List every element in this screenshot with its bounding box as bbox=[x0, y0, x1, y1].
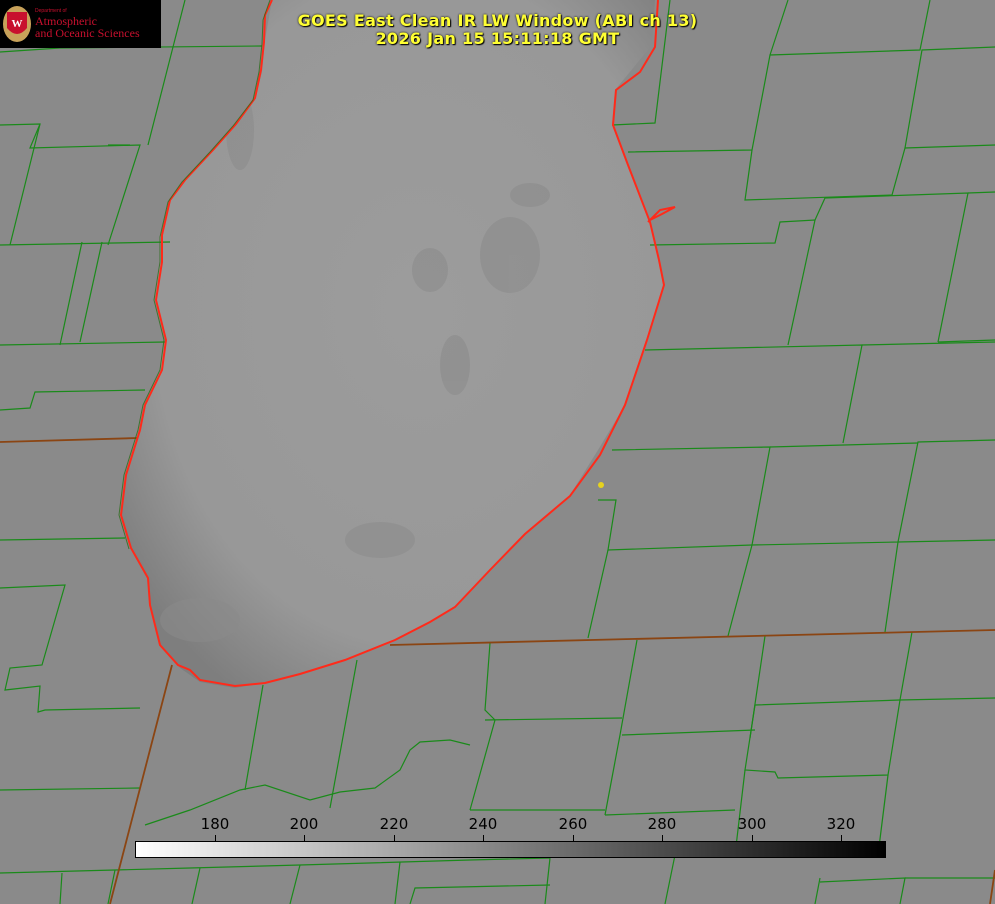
svg-text:W: W bbox=[12, 18, 23, 30]
colorbar-tick-label: 240 bbox=[468, 815, 498, 833]
colorbar-tick-label: 260 bbox=[558, 815, 588, 833]
aos-logo[interactable]: W Department of Atmospheric and Oceanic … bbox=[0, 0, 161, 48]
image-timestamp: 2026 Jan 15 15:11:18 GMT bbox=[375, 29, 620, 48]
colorbar-tick-label: 320 bbox=[826, 815, 856, 833]
station-marker bbox=[598, 482, 604, 488]
colorbar-tick-label: 200 bbox=[289, 815, 319, 833]
colorbar-tick bbox=[394, 835, 395, 841]
colorbar-tick bbox=[662, 835, 663, 841]
uw-crest-icon: W bbox=[3, 6, 31, 42]
logo-line2: and Oceanic Sciences bbox=[35, 26, 140, 40]
colorbar-tick bbox=[304, 835, 305, 841]
colorbar-tick bbox=[573, 835, 574, 841]
colorbar-tick-label: 300 bbox=[737, 815, 767, 833]
colorbar-tick bbox=[752, 835, 753, 841]
map-canvas bbox=[0, 0, 995, 904]
temperature-colorbar bbox=[135, 841, 886, 858]
colorbar-tick-label: 220 bbox=[379, 815, 409, 833]
colorbar-tick bbox=[215, 835, 216, 841]
image-title: GOES East Clean IR LW Window (ABI ch 13) bbox=[297, 11, 698, 30]
colorbar-tick-label: 280 bbox=[647, 815, 677, 833]
colorbar-tick bbox=[483, 835, 484, 841]
satellite-map-view: W Department of Atmospheric and Oceanic … bbox=[0, 0, 995, 904]
colorbar-tick bbox=[841, 835, 842, 841]
colorbar-tick-label: 180 bbox=[200, 815, 230, 833]
